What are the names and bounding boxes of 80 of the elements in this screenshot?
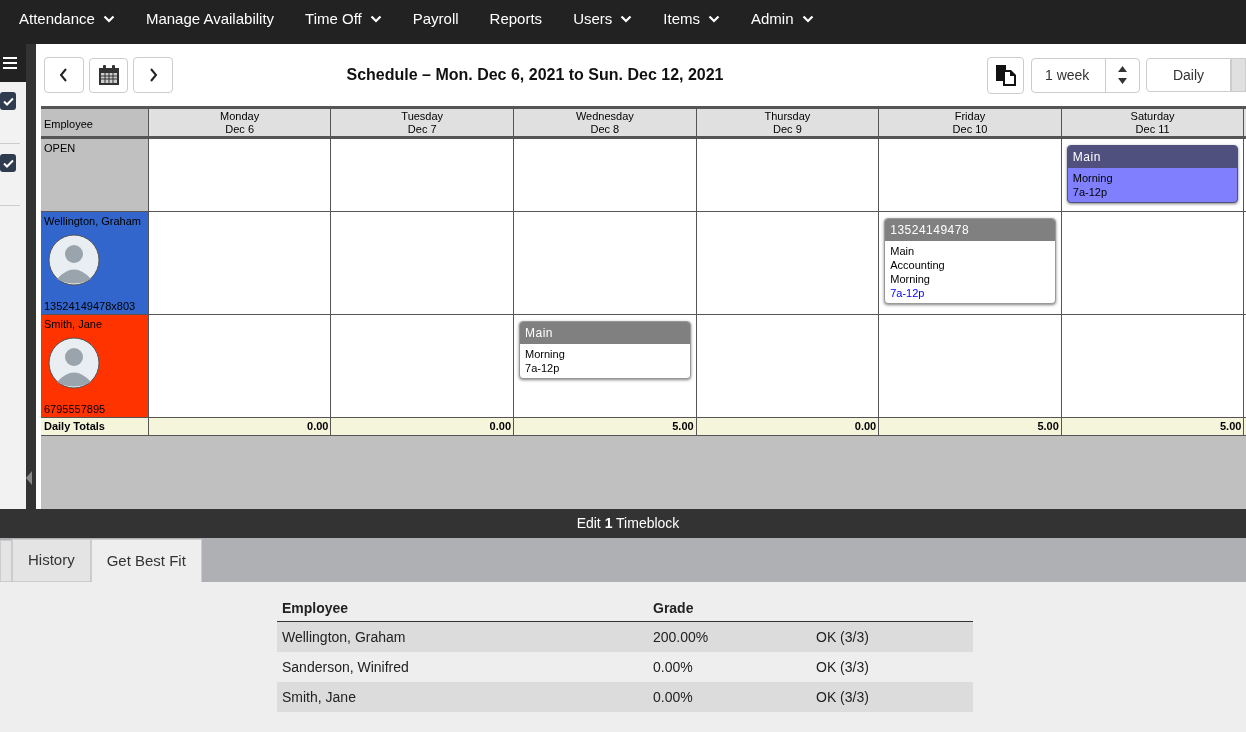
menu-icon[interactable] bbox=[3, 57, 17, 69]
calendar-icon bbox=[97, 64, 120, 86]
tab[interactable]: Get Best Fit bbox=[90, 539, 202, 582]
next-button[interactable] bbox=[133, 57, 173, 93]
edit-bar-title: Edit 1 Timeblock bbox=[575, 514, 680, 533]
shift-block[interactable]: Main Morning 7a-12p bbox=[1066, 145, 1239, 203]
employee-phone: 6795557895 bbox=[44, 401, 107, 417]
shift-time: 7a-12p bbox=[1072, 185, 1109, 199]
shift-detail: Morning bbox=[890, 272, 931, 286]
copy-button[interactable] bbox=[987, 56, 1024, 94]
shift-header: 13524149478 bbox=[885, 219, 1055, 241]
day-name: Friday bbox=[953, 109, 987, 123]
chevron-left-icon bbox=[59, 68, 69, 82]
checkbox[interactable] bbox=[0, 92, 16, 110]
day-date: Dec 10 bbox=[951, 122, 989, 136]
table-cell-text: 0.00% bbox=[653, 657, 694, 677]
check-icon bbox=[2, 96, 14, 106]
shift-header: Main bbox=[520, 322, 690, 344]
nav-menu-item[interactable]: Users bbox=[573, 7, 633, 31]
nav-menu-item[interactable]: Admin bbox=[751, 7, 814, 31]
day-date: Dec 11 bbox=[1134, 122, 1171, 136]
table-cell-text: 0.00% bbox=[653, 687, 694, 707]
shift-detail: Accounting bbox=[890, 258, 946, 272]
table-cell-text: Smith, Jane bbox=[282, 687, 357, 707]
column-header: Employee bbox=[41, 107, 149, 138]
day-name: Wednesday bbox=[574, 109, 635, 123]
day-name: Thursday bbox=[763, 109, 812, 123]
day-name: Monday bbox=[219, 109, 261, 123]
nav-menu-item[interactable]: Reports bbox=[489, 7, 543, 31]
daily-total: 5.00 bbox=[878, 417, 1062, 435]
employee-phone: 13524149478x803 bbox=[44, 298, 137, 314]
avatar-icon bbox=[48, 336, 100, 389]
table-cell-text: Wellington, Graham bbox=[282, 627, 407, 647]
shift-header: Main bbox=[1067, 146, 1238, 168]
employee-name: Smith, Jane bbox=[44, 317, 104, 332]
shift-detail: Morning bbox=[525, 347, 566, 361]
daily-total: 0.00 bbox=[148, 417, 331, 435]
shift-time[interactable]: 7a-12p bbox=[890, 286, 1050, 300]
totals-label: Daily Totals bbox=[41, 417, 149, 435]
daily-total: 0.00 bbox=[696, 417, 879, 435]
nav-menu-item[interactable]: Payroll bbox=[412, 7, 459, 31]
day-name: Saturday bbox=[1129, 109, 1176, 123]
shift-time: 7a-12p bbox=[525, 361, 561, 375]
shift-detail: Morning bbox=[1072, 171, 1114, 185]
day-date: Dec 6 bbox=[224, 122, 255, 136]
column-header: Employee bbox=[282, 599, 350, 618]
employee-name: OPEN bbox=[44, 141, 77, 156]
day-name: Tuesday bbox=[400, 109, 445, 123]
daily-total: 0.00 bbox=[330, 417, 514, 435]
view-button[interactable]: Daily bbox=[1146, 58, 1231, 92]
column-header: Grade bbox=[653, 599, 695, 618]
previous-button[interactable] bbox=[44, 57, 84, 93]
check-icon bbox=[2, 158, 14, 168]
day-date: Dec 7 bbox=[406, 122, 438, 136]
table-cell-text: 200.00% bbox=[653, 627, 710, 647]
tab[interactable]: History bbox=[12, 539, 91, 582]
table-cell-text: OK (3/3) bbox=[816, 687, 870, 707]
day-date: Dec 8 bbox=[589, 122, 621, 136]
range-spinner[interactable]: 1 week bbox=[1031, 57, 1140, 93]
nav-menu-item[interactable]: Manage Availability bbox=[145, 7, 275, 31]
table-cell-text: Sanderson, Winifred bbox=[282, 657, 410, 677]
nav-menu-item[interactable]: Items bbox=[663, 7, 720, 31]
nav-menu-item[interactable]: Attendance bbox=[19, 7, 115, 31]
avatar-icon bbox=[48, 233, 100, 286]
employee-name: Wellington, Graham bbox=[44, 214, 142, 229]
checkbox[interactable] bbox=[0, 154, 16, 172]
shift-block[interactable]: Main Morning 7a-12p bbox=[519, 321, 691, 379]
shift-detail: Main bbox=[890, 244, 916, 258]
day-date: Dec 9 bbox=[772, 122, 803, 136]
schedule-title: Schedule – Mon. Dec 6, 2021 to Sun. Dec 12, 2021 bbox=[346, 65, 724, 85]
calendar-button[interactable] bbox=[89, 57, 128, 93]
table-cell-text: OK (3/3) bbox=[816, 627, 870, 647]
shift-block[interactable]: 13524149478 Main Accounting Morning 7a-12p bbox=[884, 218, 1056, 304]
chevron-right-icon bbox=[148, 68, 158, 82]
nav-menu-item[interactable]: Time Off bbox=[305, 7, 382, 31]
daily-total: 5.00 bbox=[1061, 417, 1244, 435]
copy-icon bbox=[993, 63, 1018, 87]
daily-total: 5.00 bbox=[513, 417, 697, 435]
spinner-arrows-icon[interactable] bbox=[1118, 65, 1127, 85]
table-cell-text: OK (3/3) bbox=[816, 657, 870, 677]
